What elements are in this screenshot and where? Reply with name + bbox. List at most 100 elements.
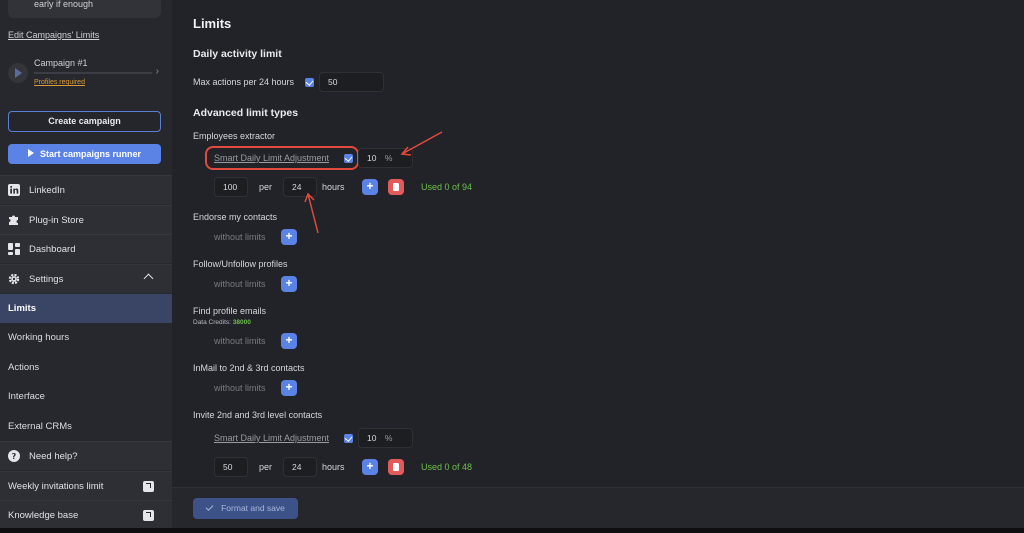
employees-extractor-label: Employees extractor [193,131,276,141]
endorse-contacts-label: Endorse my contacts [193,212,278,222]
nav-label: Limits [8,303,36,314]
trash-icon[interactable] [388,459,404,475]
invite-smart-daily-limit-checkbox[interactable] [344,434,353,443]
main-content: Limits Daily activity limit Max actions … [172,0,1024,528]
start-campaigns-runner-button[interactable]: Start campaigns runner [8,144,161,164]
employees-used-count: Used 0 of 94 [421,182,473,192]
invite-percent-input[interactable]: 10 % [358,428,413,448]
smart-daily-limit-link[interactable]: Smart Daily Limit Adjustment [214,153,329,163]
nav-item-limits[interactable]: Limits [0,294,172,323]
data-credits: Data Credits: 38000 [193,319,251,326]
nav-item-external-crms[interactable]: External CRMs [0,412,172,441]
smart-daily-limit-checkbox[interactable] [344,154,353,163]
nav-label: Actions [8,362,40,373]
nav-item-dashboard[interactable]: Dashboard [0,234,172,263]
invite-hours-input[interactable]: 24 [283,457,317,477]
add-limit-button[interactable]: + [362,179,378,195]
nav-label: Weekly invitations limit [8,480,104,492]
nav-label: Need help? [29,450,78,462]
per-label: per [259,182,273,192]
dashboard-icon [8,243,20,255]
play-icon [27,149,34,157]
data-credits-label: Data Credits: [193,319,231,326]
nav-item-weekly-invitations-limit[interactable]: Weekly invitations limit [0,471,172,500]
nav-item-need-help[interactable]: ? Need help? [0,441,172,470]
percent-value: 10 [367,153,377,163]
svg-text:?: ? [12,452,17,461]
percent-value: 10 [367,433,377,443]
invite-contacts-label: Invite 2nd and 3rd level contacts [193,410,323,420]
follow-limit-value: without limits [214,279,266,289]
nav-label: Interface [8,391,45,402]
nav-label: External CRMs [8,421,72,432]
runner-button-label: Start campaigns runner [39,149,142,159]
gear-icon [8,273,20,285]
max-actions-input[interactable]: 50 [319,72,384,92]
previous-campaign-card[interactable]: early if enough [8,0,161,18]
puzzle-icon [8,214,20,226]
footer-bar: Format and save [172,487,1024,528]
employees-hours-input[interactable]: 24 [283,177,317,197]
help-icon: ? [8,450,20,462]
follow-unfollow-label: Follow/Unfollow profiles [193,259,288,269]
inmail-label: InMail to 2nd & 3rd contacts [193,363,305,373]
emails-limit-value: without limits [214,336,266,346]
save-button-label: Format and save [221,503,285,513]
nav-item-linkedin[interactable]: LinkedIn [0,175,172,204]
check-icon [205,503,214,511]
daily-activity-heading: Daily activity limit [193,48,282,60]
create-campaign-button[interactable]: Create campaign [8,111,161,132]
nav-item-plugin-store[interactable]: Plug-in Store [0,205,172,234]
max-actions-checkbox[interactable] [305,78,314,87]
percent-sign: % [384,153,393,163]
external-link-icon [143,481,154,492]
advanced-limit-heading: Advanced limit types [193,107,299,119]
max-actions-label: Max actions per 24 hours [193,77,295,87]
nav-label: Dashboard [29,243,76,255]
sidebar: early if enough Edit Campaigns' Limits C… [0,0,172,528]
page-title: Limits [193,16,232,31]
add-endorse-limit-button[interactable]: + [281,229,297,245]
data-credits-value: 38000 [232,319,251,326]
employees-amount-input[interactable]: 100 [214,177,248,197]
add-inmail-limit-button[interactable]: + [281,380,297,396]
hours-label: hours [322,462,345,472]
trash-icon[interactable] [388,179,404,195]
nav-item-working-hours[interactable]: Working hours [0,323,172,352]
app-window: early if enough Edit Campaigns' Limits C… [0,0,1024,528]
nav-label: Settings [29,273,64,285]
linkedin-icon [8,184,20,196]
campaign-status-link[interactable]: Profiles required [34,79,85,86]
add-invite-limit-button[interactable]: + [362,459,378,475]
nav-item-settings[interactable]: Settings [0,264,172,293]
previous-campaign-text: early if enough [34,0,94,9]
nav-label: Working hours [8,332,70,343]
percent-sign: % [384,433,393,443]
invite-amount-input[interactable]: 50 [214,457,248,477]
nav-label: LinkedIn [29,184,65,196]
play-icon[interactable] [8,63,28,83]
add-follow-limit-button[interactable]: + [281,276,297,292]
invite-smart-daily-limit-link[interactable]: Smart Daily Limit Adjustment [214,433,329,443]
chevron-up-icon[interactable] [143,273,154,284]
add-emails-limit-button[interactable]: + [281,333,297,349]
inmail-limit-value: without limits [214,383,266,393]
nav-label: Knowledge base [8,509,79,521]
arrow-to-hours [304,192,319,234]
campaign-name: Campaign #1 [34,58,88,68]
external-link-icon [143,510,154,521]
campaign-item[interactable]: Campaign #1 Profiles required › [8,58,161,88]
smart-daily-limit-percent-input[interactable]: 10 % [358,148,413,168]
nav-item-knowledge-base[interactable]: Knowledge base [0,500,172,528]
chevron-right-icon[interactable]: › [156,66,159,77]
edit-campaigns-limits-link[interactable]: Edit Campaigns' Limits [8,30,99,40]
invite-used-count: Used 0 of 48 [421,462,473,472]
nav-item-interface[interactable]: Interface [0,382,172,411]
format-and-save-button[interactable]: Format and save [193,498,298,519]
campaign-progress-bar [34,72,152,74]
hours-label: hours [322,182,345,192]
endorse-limit-value: without limits [214,232,266,242]
nav-item-actions[interactable]: Actions [0,353,172,382]
nav-label: Plug-in Store [29,214,84,226]
find-emails-label: Find profile emails [193,306,267,316]
